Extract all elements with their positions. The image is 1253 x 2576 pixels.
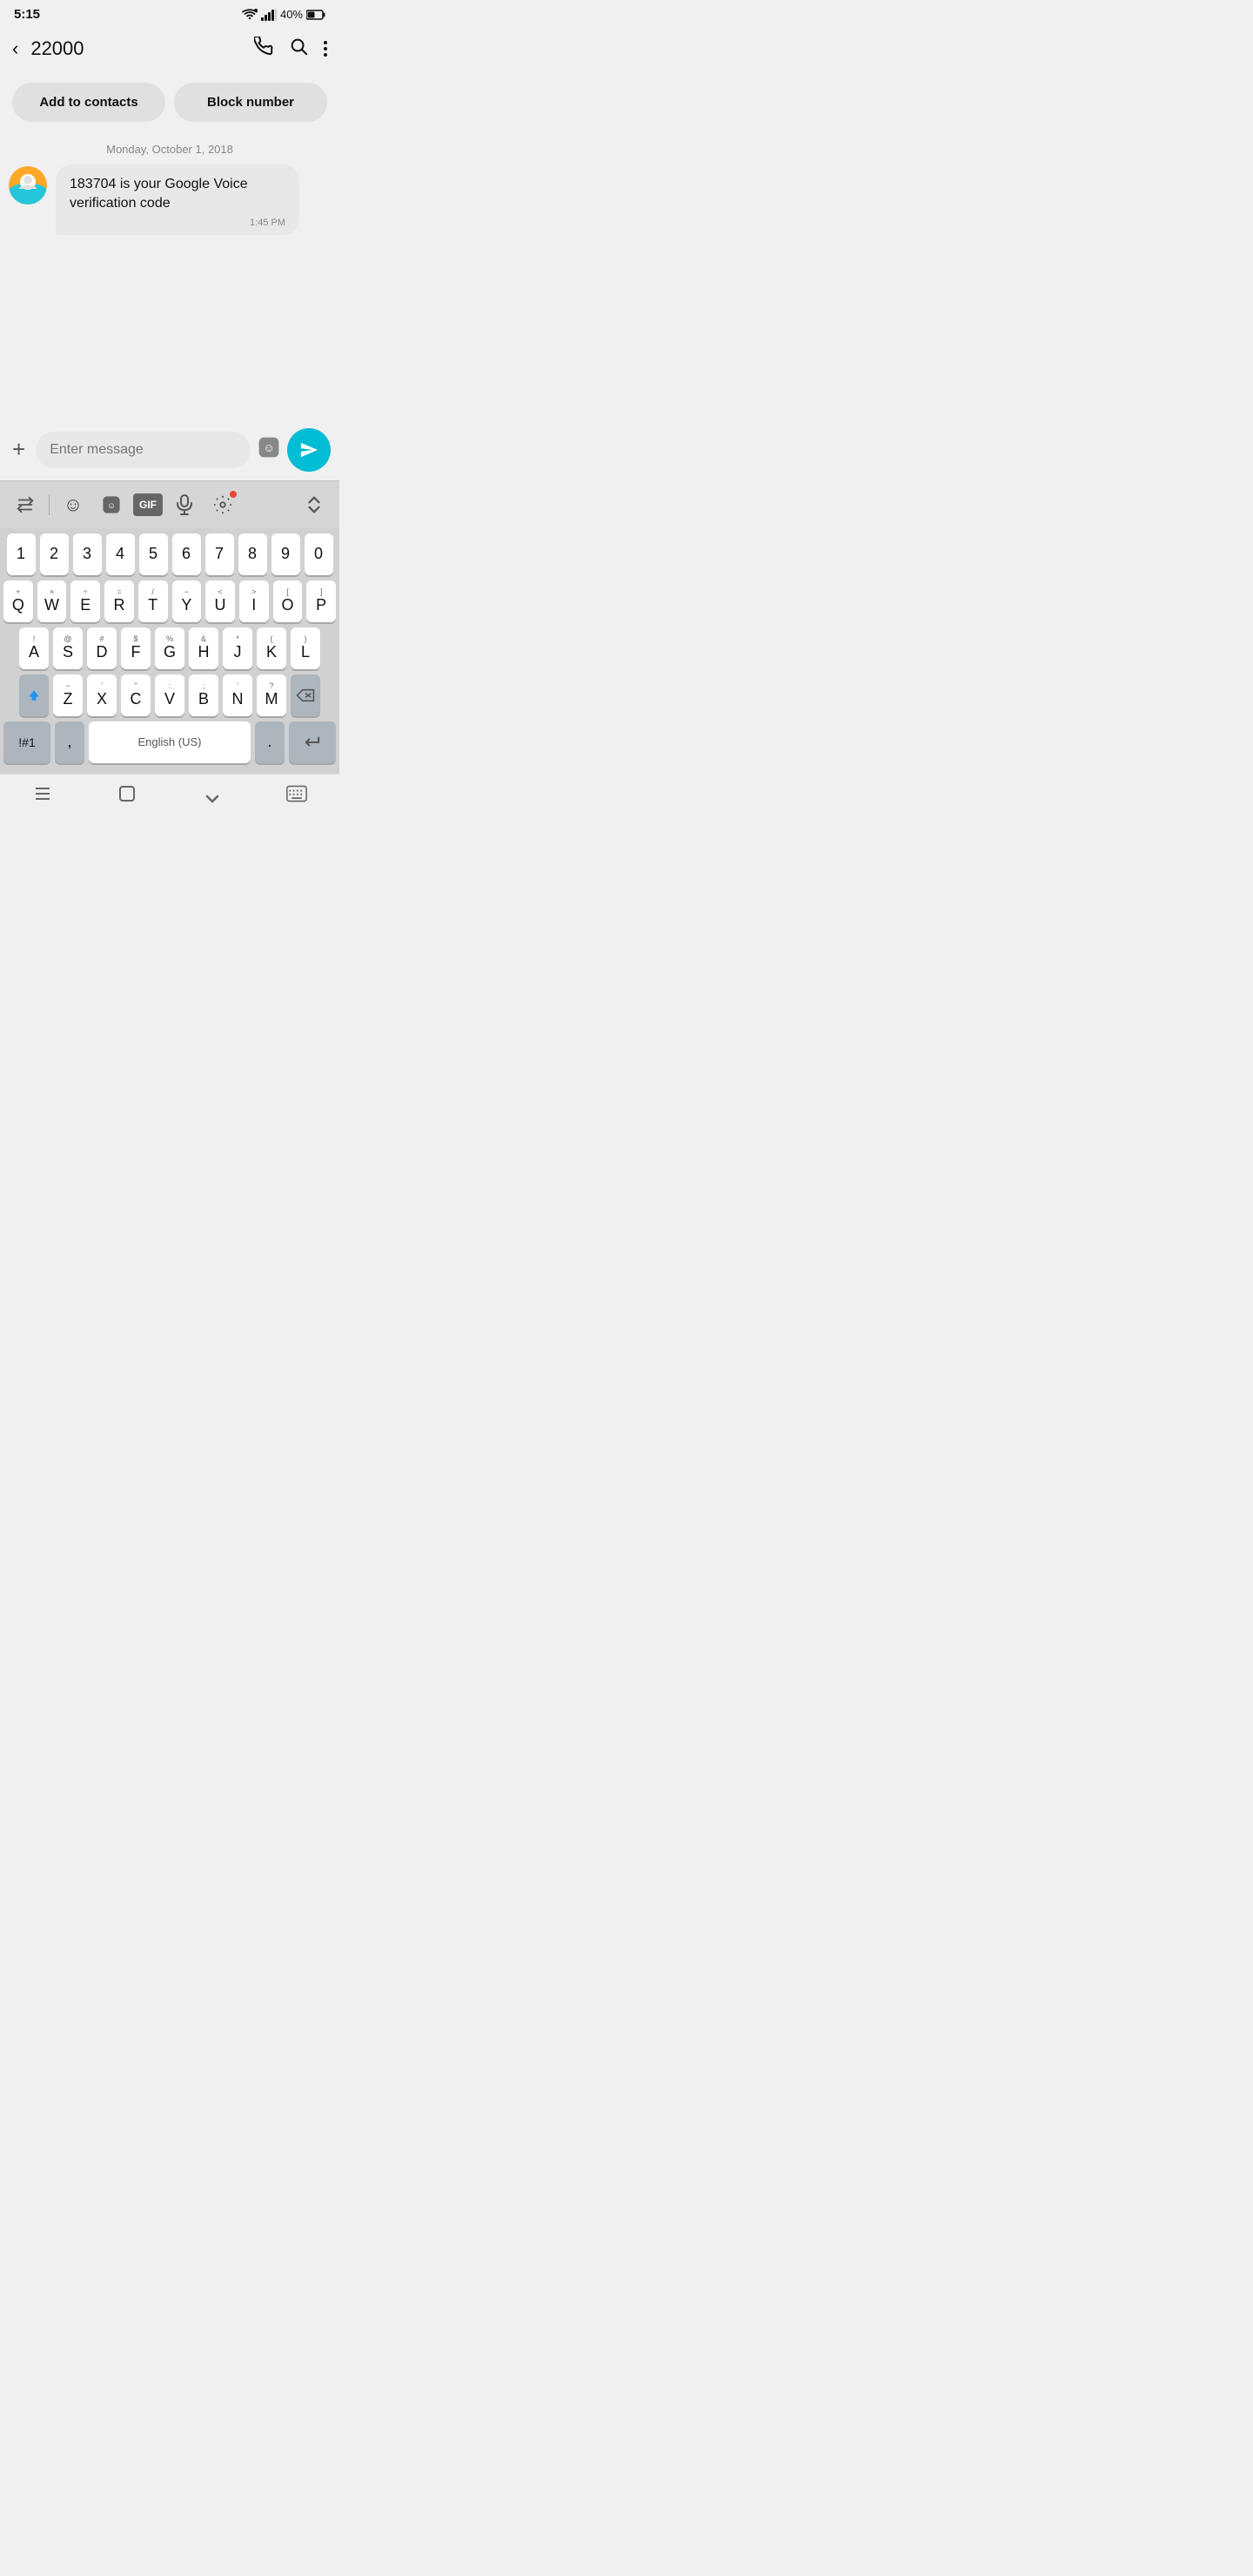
message-input-row: + ☺	[0, 421, 339, 480]
settings-dot	[230, 491, 237, 498]
sticker-kb-button[interactable]: ☺	[95, 488, 128, 521]
shift-key[interactable]	[19, 674, 49, 716]
keyboard: 1 2 3 4 5 6 7 8 9 0 +Q ×W ÷E =R /T −Y <U…	[0, 528, 339, 774]
symbols-key[interactable]: !#1	[3, 721, 50, 763]
key-i[interactable]: >I	[239, 580, 269, 622]
keyboard-toolbar: ☺ ☺ GIF	[0, 480, 339, 528]
search-button[interactable]	[289, 37, 308, 61]
back-button[interactable]: ‹	[12, 34, 23, 64]
status-time: 5:15	[14, 7, 40, 22]
nav-home-button[interactable]	[117, 783, 137, 809]
nav-back-button[interactable]	[202, 783, 223, 809]
signal-icon	[261, 9, 277, 21]
message-area: Monday, October 1, 2018 183704 is your G…	[0, 131, 339, 247]
key-z[interactable]: −Z	[53, 674, 83, 716]
battery-percent: 40%	[280, 8, 303, 21]
key-2[interactable]: 2	[40, 533, 69, 575]
space-key[interactable]: English (US)	[89, 721, 251, 763]
key-4[interactable]: 4	[106, 533, 135, 575]
key-y[interactable]: −Y	[172, 580, 202, 622]
enter-key[interactable]	[289, 721, 336, 763]
send-button[interactable]	[287, 428, 331, 472]
key-c[interactable]: "C	[121, 674, 151, 716]
key-e[interactable]: ÷E	[70, 580, 100, 622]
comma-key[interactable]: ,	[55, 721, 84, 763]
key-1[interactable]: 1	[7, 533, 36, 575]
nav-keyboard-button[interactable]	[286, 785, 307, 808]
period-key[interactable]: .	[255, 721, 285, 763]
key-h[interactable]: &H	[189, 627, 218, 669]
header: ‹ 22000	[0, 25, 339, 72]
avatar	[9, 166, 47, 205]
key-7[interactable]: 7	[205, 533, 234, 575]
key-8[interactable]: 8	[238, 533, 267, 575]
message-spacer	[0, 247, 339, 421]
key-n[interactable]: 'N	[223, 674, 252, 716]
block-number-button[interactable]: Block number	[174, 83, 327, 122]
key-3[interactable]: 3	[73, 533, 102, 575]
key-l[interactable]: )L	[291, 627, 320, 669]
status-bar: 5:15 40%	[0, 0, 339, 25]
svg-text:☺: ☺	[263, 441, 274, 454]
battery-icon	[306, 10, 325, 20]
key-d[interactable]: #D	[87, 627, 117, 669]
keyboard-qwerty-row: +Q ×W ÷E =R /T −Y <U >I [O ]P	[3, 580, 336, 622]
wifi-icon	[242, 9, 258, 21]
gif-button[interactable]: GIF	[133, 493, 163, 516]
contact-number: 22000	[30, 37, 247, 60]
key-6[interactable]: 6	[172, 533, 201, 575]
message-text: 183704 is your Google Voice verification…	[70, 175, 285, 214]
keyboard-asdf-row: !A @S #D $F %G &H *J (K )L	[3, 627, 336, 669]
action-buttons: Add to contacts Block number	[0, 72, 339, 131]
key-x[interactable]: 'X	[87, 674, 117, 716]
key-g[interactable]: %G	[155, 627, 184, 669]
key-a[interactable]: !A	[19, 627, 49, 669]
key-v[interactable]: :V	[155, 674, 184, 716]
kb-divider	[49, 494, 50, 515]
key-t[interactable]: /T	[138, 580, 168, 622]
key-0[interactable]: 0	[305, 533, 333, 575]
key-5[interactable]: 5	[139, 533, 168, 575]
key-r[interactable]: =R	[104, 580, 134, 622]
translate-button[interactable]	[9, 488, 42, 521]
header-actions	[254, 37, 327, 61]
message-time: 1:45 PM	[70, 218, 285, 228]
keyboard-zxcv-row: −Z 'X "C :V ;B 'N ?M	[3, 674, 336, 716]
key-w[interactable]: ×W	[37, 580, 67, 622]
delete-key[interactable]	[291, 674, 320, 716]
more-options-button[interactable]	[324, 38, 327, 59]
svg-text:☺: ☺	[107, 501, 116, 511]
message-bubble: 183704 is your Google Voice verification…	[56, 164, 299, 235]
key-q[interactable]: +Q	[3, 580, 33, 622]
nav-menu-button[interactable]	[32, 783, 53, 809]
key-9[interactable]: 9	[271, 533, 300, 575]
message-input[interactable]	[36, 432, 251, 468]
mic-button[interactable]	[168, 488, 201, 521]
keyboard-settings-button[interactable]	[206, 488, 239, 521]
sticker-button[interactable]: ☺	[258, 436, 280, 464]
date-divider: Monday, October 1, 2018	[0, 131, 339, 164]
status-icons: 40%	[242, 8, 325, 21]
key-o[interactable]: [O	[273, 580, 303, 622]
key-m[interactable]: ?M	[257, 674, 286, 716]
collapse-keyboard-button[interactable]	[298, 488, 331, 521]
message-row: 183704 is your Google Voice verification…	[0, 164, 339, 238]
call-button[interactable]	[254, 37, 273, 61]
navigation-bar	[0, 774, 339, 822]
emoji-button[interactable]: ☺	[57, 488, 90, 521]
key-b[interactable]: ;B	[189, 674, 218, 716]
attach-button[interactable]: +	[9, 433, 29, 466]
key-u[interactable]: <U	[205, 580, 235, 622]
key-j[interactable]: *J	[223, 627, 252, 669]
add-to-contacts-button[interactable]: Add to contacts	[12, 83, 165, 122]
key-s[interactable]: @S	[53, 627, 83, 669]
key-p[interactable]: ]P	[306, 580, 336, 622]
keyboard-bottom-row: !#1 , English (US) .	[3, 721, 336, 763]
key-k[interactable]: (K	[257, 627, 286, 669]
keyboard-number-row: 1 2 3 4 5 6 7 8 9 0	[3, 533, 336, 575]
key-f[interactable]: $F	[121, 627, 151, 669]
